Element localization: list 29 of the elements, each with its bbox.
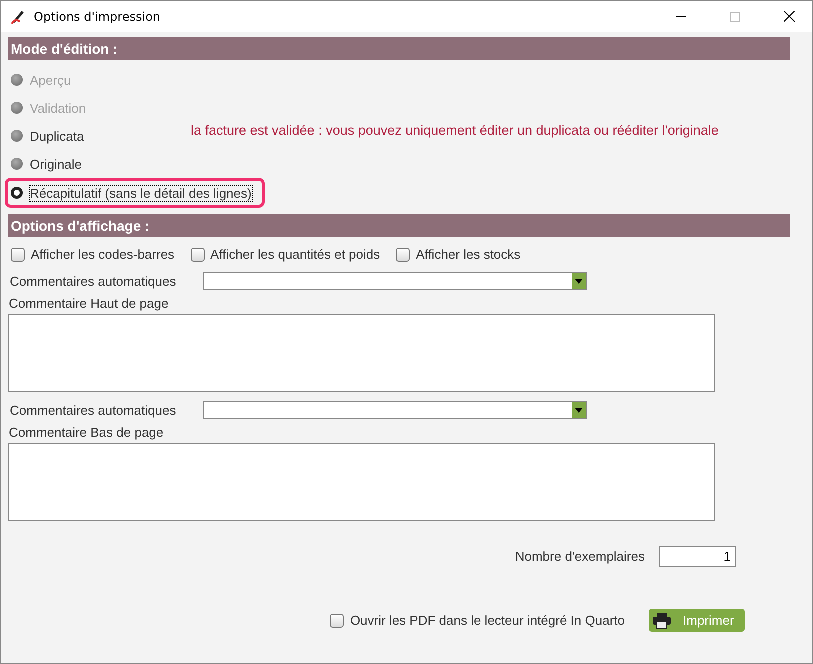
- field-label: Commentaires automatiques: [10, 274, 178, 288]
- section-header: Options d'affichage :: [8, 214, 790, 237]
- checkbox-label: Afficher les quantités et poids: [210, 247, 380, 262]
- radio-option[interactable]: Récapitulatif (sans le détail des lignes): [5, 178, 265, 208]
- radio-option[interactable]: Duplicata: [8, 122, 191, 150]
- caret-icon: [575, 408, 583, 412]
- field-label: Commentaire Bas de page: [8, 424, 165, 442]
- checkbox-label: Afficher les codes-barres: [31, 247, 175, 262]
- info-message: la facture est validée : vous pouvez uniquement éditer un duplicata ou rééditer l'originale: [191, 123, 719, 138]
- checkbox[interactable]: [396, 248, 410, 262]
- checkbox[interactable]: [11, 248, 25, 262]
- field-label: Commentaires automatiques: [10, 402, 178, 418]
- field-label: Nombre d'exemplaires: [515, 549, 645, 564]
- section-header: Mode d'édition :: [8, 37, 790, 60]
- window-title: Options d'impression: [34, 10, 162, 24]
- checkbox[interactable]: [330, 614, 344, 628]
- checkbox-label: Ouvrir les PDF dans le lecteur intégré In Quarto: [350, 613, 625, 628]
- printer-icon: [653, 612, 671, 628]
- caret-icon: [575, 278, 583, 284]
- checkbox-label: Afficher les stocks: [416, 247, 521, 262]
- field-label: Commentaire Haut de page: [8, 295, 170, 313]
- dropdown[interactable]: [203, 272, 587, 290]
- text-area[interactable]: [8, 443, 715, 521]
- checkbox[interactable]: [190, 248, 205, 262]
- text-area[interactable]: [8, 314, 715, 392]
- app-icon: [10, 8, 26, 24]
- dropdown[interactable]: [203, 401, 587, 419]
- radio-option[interactable]: Originale: [8, 150, 191, 178]
- number-field[interactable]: 1: [659, 546, 736, 567]
